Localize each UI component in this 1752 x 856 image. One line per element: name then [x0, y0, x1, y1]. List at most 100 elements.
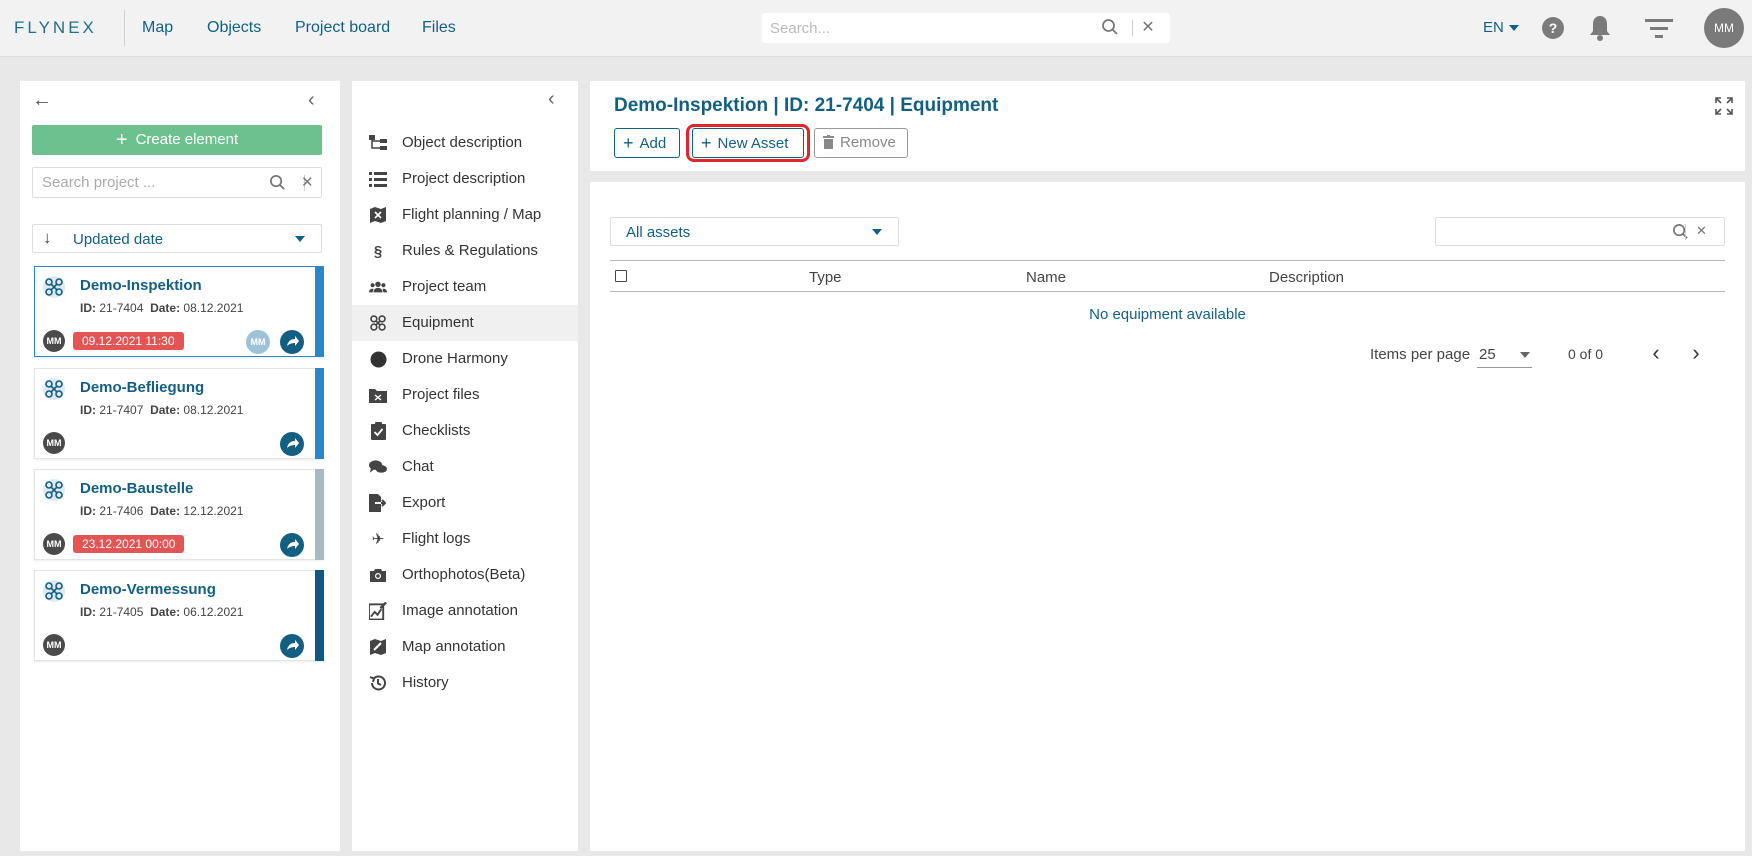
drone-icon [43, 276, 65, 298]
menu-item-checklists[interactable]: Checklists [352, 413, 578, 449]
search-icon[interactable] [1100, 18, 1120, 38]
nav-objects[interactable]: Objects [207, 19, 261, 37]
clear-icon[interactable]: ✕ [1138, 18, 1158, 38]
sitemap-icon [369, 134, 387, 152]
project-card[interactable]: Demo-Befliegung ID: 21-7407 Date: 08.12.… [34, 368, 324, 459]
image-annotation-icon [369, 602, 387, 620]
asset-filter-select[interactable]: All assets [610, 217, 899, 246]
menu-label: Flight planning / Map [402, 206, 542, 223]
clear-icon[interactable]: ✕ [301, 173, 314, 191]
search-divider [1132, 20, 1133, 36]
project-card[interactable]: Demo-Baustelle ID: 21-7406 Date: 12.12.2… [34, 469, 324, 560]
column-description[interactable]: Description [1269, 269, 1344, 286]
nav-map[interactable]: Map [142, 19, 173, 37]
menu-item-orthophotos[interactable]: Orthophotos(Beta) [352, 557, 578, 593]
add-button[interactable]: + Add [614, 128, 680, 158]
menu-item-history[interactable]: History [352, 665, 578, 701]
menu-item-image-annotation[interactable]: Image annotation [352, 593, 578, 629]
share-icon[interactable] [280, 330, 304, 354]
export-icon [369, 494, 387, 512]
table-search: ✕ [1435, 217, 1725, 246]
prev-page-icon[interactable]: ‹ [1644, 342, 1668, 366]
drone-icon [43, 580, 65, 602]
menu-label: Drone Harmony [402, 350, 508, 367]
card-meta: ID: 21-7404 Date: 08.12.2021 [80, 301, 244, 315]
avatar: MM [43, 432, 65, 454]
menu-item-equipment[interactable]: Equipment [352, 305, 578, 341]
history-icon [369, 674, 387, 692]
clear-icon[interactable]: ✕ [1696, 223, 1707, 239]
menu-label: Flight logs [402, 530, 471, 547]
share-icon[interactable] [280, 533, 304, 557]
avatar: MM [43, 533, 65, 555]
project-card[interactable]: Demo-Inspektion ID: 21-7404 Date: 08.12.… [34, 266, 324, 357]
global-search: ✕ [762, 13, 1170, 43]
project-search-input[interactable] [42, 174, 262, 191]
back-arrow-icon[interactable]: ← [32, 89, 52, 112]
menu-label: Equipment [402, 314, 474, 331]
menu-item-chat[interactable]: Chat [352, 449, 578, 485]
filter-icon[interactable] [1645, 18, 1673, 40]
card-meta: ID: 21-7405 Date: 06.12.2021 [80, 605, 244, 619]
search-icon[interactable] [269, 174, 286, 195]
page-size-value: 25 [1479, 346, 1496, 363]
menu-label: Map annotation [402, 638, 506, 655]
sort-label: Updated date [73, 231, 164, 248]
page-size-select[interactable]: 25 [1477, 342, 1532, 368]
share-icon[interactable] [280, 432, 304, 456]
share-icon[interactable] [280, 634, 304, 658]
project-card[interactable]: Demo-Vermessung ID: 21-7405 Date: 06.12.… [34, 570, 324, 661]
table-search-input[interactable] [1444, 223, 1664, 239]
menu-label: Image annotation [402, 602, 518, 619]
menu-item-map-annotation[interactable]: Map annotation [352, 629, 578, 665]
project-list-panel: ← ‹ + Create element ✕ ↓ Updated date Dem… [20, 81, 340, 851]
chevron-down-icon [295, 236, 305, 242]
menu-item-flight-planning[interactable]: Flight planning / Map [352, 197, 578, 233]
menu-item-drone-harmony[interactable]: Drone Harmony [352, 341, 578, 377]
nav-files[interactable]: Files [422, 19, 456, 37]
remove-button[interactable]: Remove [814, 128, 908, 158]
menu-label: Object description [402, 134, 523, 151]
menu-item-flight-logs[interactable]: ✈ Flight logs [352, 521, 578, 557]
items-per-page-label: Items per page [1370, 346, 1471, 363]
menu-item-project-team[interactable]: Project team [352, 269, 578, 305]
menu-item-object-description[interactable]: Object description [352, 125, 578, 161]
menu-label: History [402, 674, 449, 691]
chevron-down-icon [872, 229, 882, 235]
bell-icon[interactable] [1588, 14, 1612, 42]
plane-icon: ✈ [371, 531, 385, 548]
menu-item-project-files[interactable]: Project files [352, 377, 578, 413]
select-all-checkbox[interactable] [615, 270, 627, 282]
language-select[interactable]: EN [1483, 19, 1519, 36]
sort-select[interactable]: ↓ Updated date [32, 224, 322, 253]
card-meta: ID: 21-7407 Date: 08.12.2021 [80, 403, 244, 417]
global-search-input[interactable] [770, 18, 1100, 38]
section-icon: § [373, 242, 383, 260]
collapse-menu-icon[interactable]: ‹ [548, 88, 555, 111]
search-divider [1685, 224, 1686, 240]
table-header: Type Name Description [610, 260, 1725, 292]
menu-item-rules-regulations[interactable]: § Rules & Regulations [352, 233, 578, 269]
help-icon[interactable]: ? [1542, 17, 1564, 39]
content-header: Demo-Inspektion | ID: 21-7404 | Equipmen… [590, 81, 1745, 171]
card-title: Demo-Baustelle [80, 480, 194, 497]
menu-item-project-description[interactable]: Project description [352, 161, 578, 197]
card-meta: ID: 21-7406 Date: 12.12.2021 [80, 504, 244, 518]
column-type[interactable]: Type [809, 269, 842, 286]
create-element-button[interactable]: + Create element [32, 125, 322, 155]
assignee-avatar: MM [246, 330, 270, 354]
flynex-logo[interactable]: FLYNEX [14, 18, 97, 38]
next-page-icon[interactable]: › [1684, 342, 1708, 366]
status-bar [315, 368, 324, 459]
add-label: Add [639, 135, 667, 152]
drone-icon [369, 314, 387, 332]
search-icon[interactable] [1672, 223, 1689, 244]
trash-icon [823, 131, 834, 159]
nav-project-board[interactable]: Project board [295, 19, 390, 37]
expand-icon[interactable] [1715, 97, 1733, 115]
user-avatar[interactable]: MM [1704, 8, 1744, 48]
collapse-left-icon[interactable]: ‹ [308, 89, 315, 112]
project-search: ✕ [32, 167, 322, 198]
menu-item-export[interactable]: Export [352, 485, 578, 521]
column-name[interactable]: Name [1026, 269, 1066, 286]
